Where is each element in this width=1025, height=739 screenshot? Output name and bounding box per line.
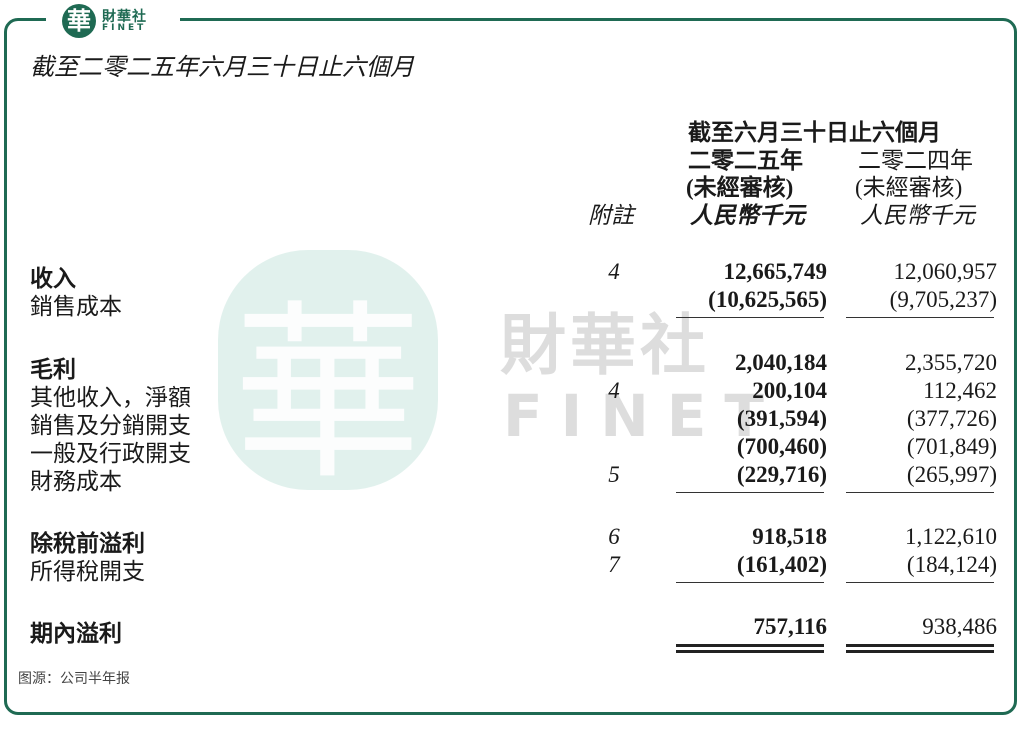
row-label: 期內溢利	[30, 621, 122, 646]
value-2024: (377,726)	[906, 406, 997, 431]
row-note: 4	[608, 378, 620, 403]
value-2025: (10,625,565)	[708, 287, 827, 312]
subtotal-rule	[676, 317, 824, 318]
row-label: 財務成本	[30, 469, 122, 494]
table-row: 一般及行政開支 (700,460) (701,849)	[0, 434, 1025, 466]
table-row: 除稅前溢利 6 918,518 1,122,610	[0, 524, 1025, 556]
value-2025: (229,716)	[736, 462, 827, 487]
value-2024: (701,849)	[906, 434, 997, 459]
table-row: 財務成本 5 (229,716) (265,997)	[0, 462, 1025, 494]
note-column-header: 附註	[588, 203, 634, 228]
brand-name-en: FINET	[102, 23, 147, 33]
value-2024: 1,122,610	[905, 524, 997, 549]
value-2025: 2,040,184	[735, 350, 827, 375]
table-row: 期內溢利 757,116 938,486	[0, 614, 1025, 646]
row-note: 4	[608, 259, 620, 284]
subtotal-rule	[846, 582, 994, 583]
table-row: 毛利 2,040,184 2,355,720	[0, 350, 1025, 382]
page-title: 截至二零二五年六月三十日止六個月	[30, 55, 414, 81]
col-2024-year: 二零二四年	[858, 148, 973, 173]
total-double-rule	[846, 650, 994, 653]
value-2025: (391,594)	[736, 406, 827, 431]
subtotal-rule	[676, 492, 824, 493]
table-row: 銷售成本 (10,625,565) (9,705,237)	[0, 287, 1025, 319]
col-2025-unit: 人民幣千元	[690, 203, 805, 228]
table-row: 所得稅開支 7 (161,402) (184,124)	[0, 552, 1025, 584]
col-2025-audit: (未經審核)	[686, 175, 794, 200]
col-2024-unit: 人民幣千元	[860, 203, 975, 228]
total-double-rule	[676, 644, 824, 647]
value-2024: 2,355,720	[905, 350, 997, 375]
value-2025: 12,665,749	[723, 259, 828, 284]
total-double-rule	[846, 644, 994, 647]
row-note: 6	[608, 524, 620, 549]
value-2025: 200,104	[752, 378, 827, 403]
period-header: 截至六月三十日止六個月	[688, 120, 941, 145]
col-2024-audit: (未經審核)	[855, 175, 963, 200]
value-2024: (9,705,237)	[889, 287, 997, 312]
row-note: 7	[608, 552, 620, 577]
table-row: 收入 4 12,665,749 12,060,957	[0, 259, 1025, 291]
value-2024: 938,486	[922, 614, 997, 639]
subtotal-rule	[846, 492, 994, 493]
finet-logo-icon: 華	[62, 4, 96, 38]
row-label: 銷售成本	[30, 294, 122, 319]
value-2024: (265,997)	[906, 462, 997, 487]
total-double-rule	[676, 650, 824, 653]
value-2025: (700,460)	[736, 434, 827, 459]
value-2025: 757,116	[753, 614, 827, 639]
value-2025: 918,518	[752, 524, 827, 549]
value-2024: 112,462	[923, 378, 997, 403]
row-note: 5	[608, 462, 620, 487]
col-2025-year: 二零二五年	[688, 148, 803, 173]
table-row: 其他收入，淨額 4 200,104 112,462	[0, 378, 1025, 410]
subtotal-rule	[846, 317, 994, 318]
table-row: 銷售及分銷開支 (391,594) (377,726)	[0, 406, 1025, 438]
value-2024: (184,124)	[906, 552, 997, 577]
source-caption: 图源：公司半年报	[18, 671, 130, 687]
row-label: 所得稅開支	[30, 559, 145, 584]
value-2024: 12,060,957	[893, 259, 998, 284]
subtotal-rule	[676, 582, 824, 583]
value-2025: (161,402)	[736, 552, 827, 577]
